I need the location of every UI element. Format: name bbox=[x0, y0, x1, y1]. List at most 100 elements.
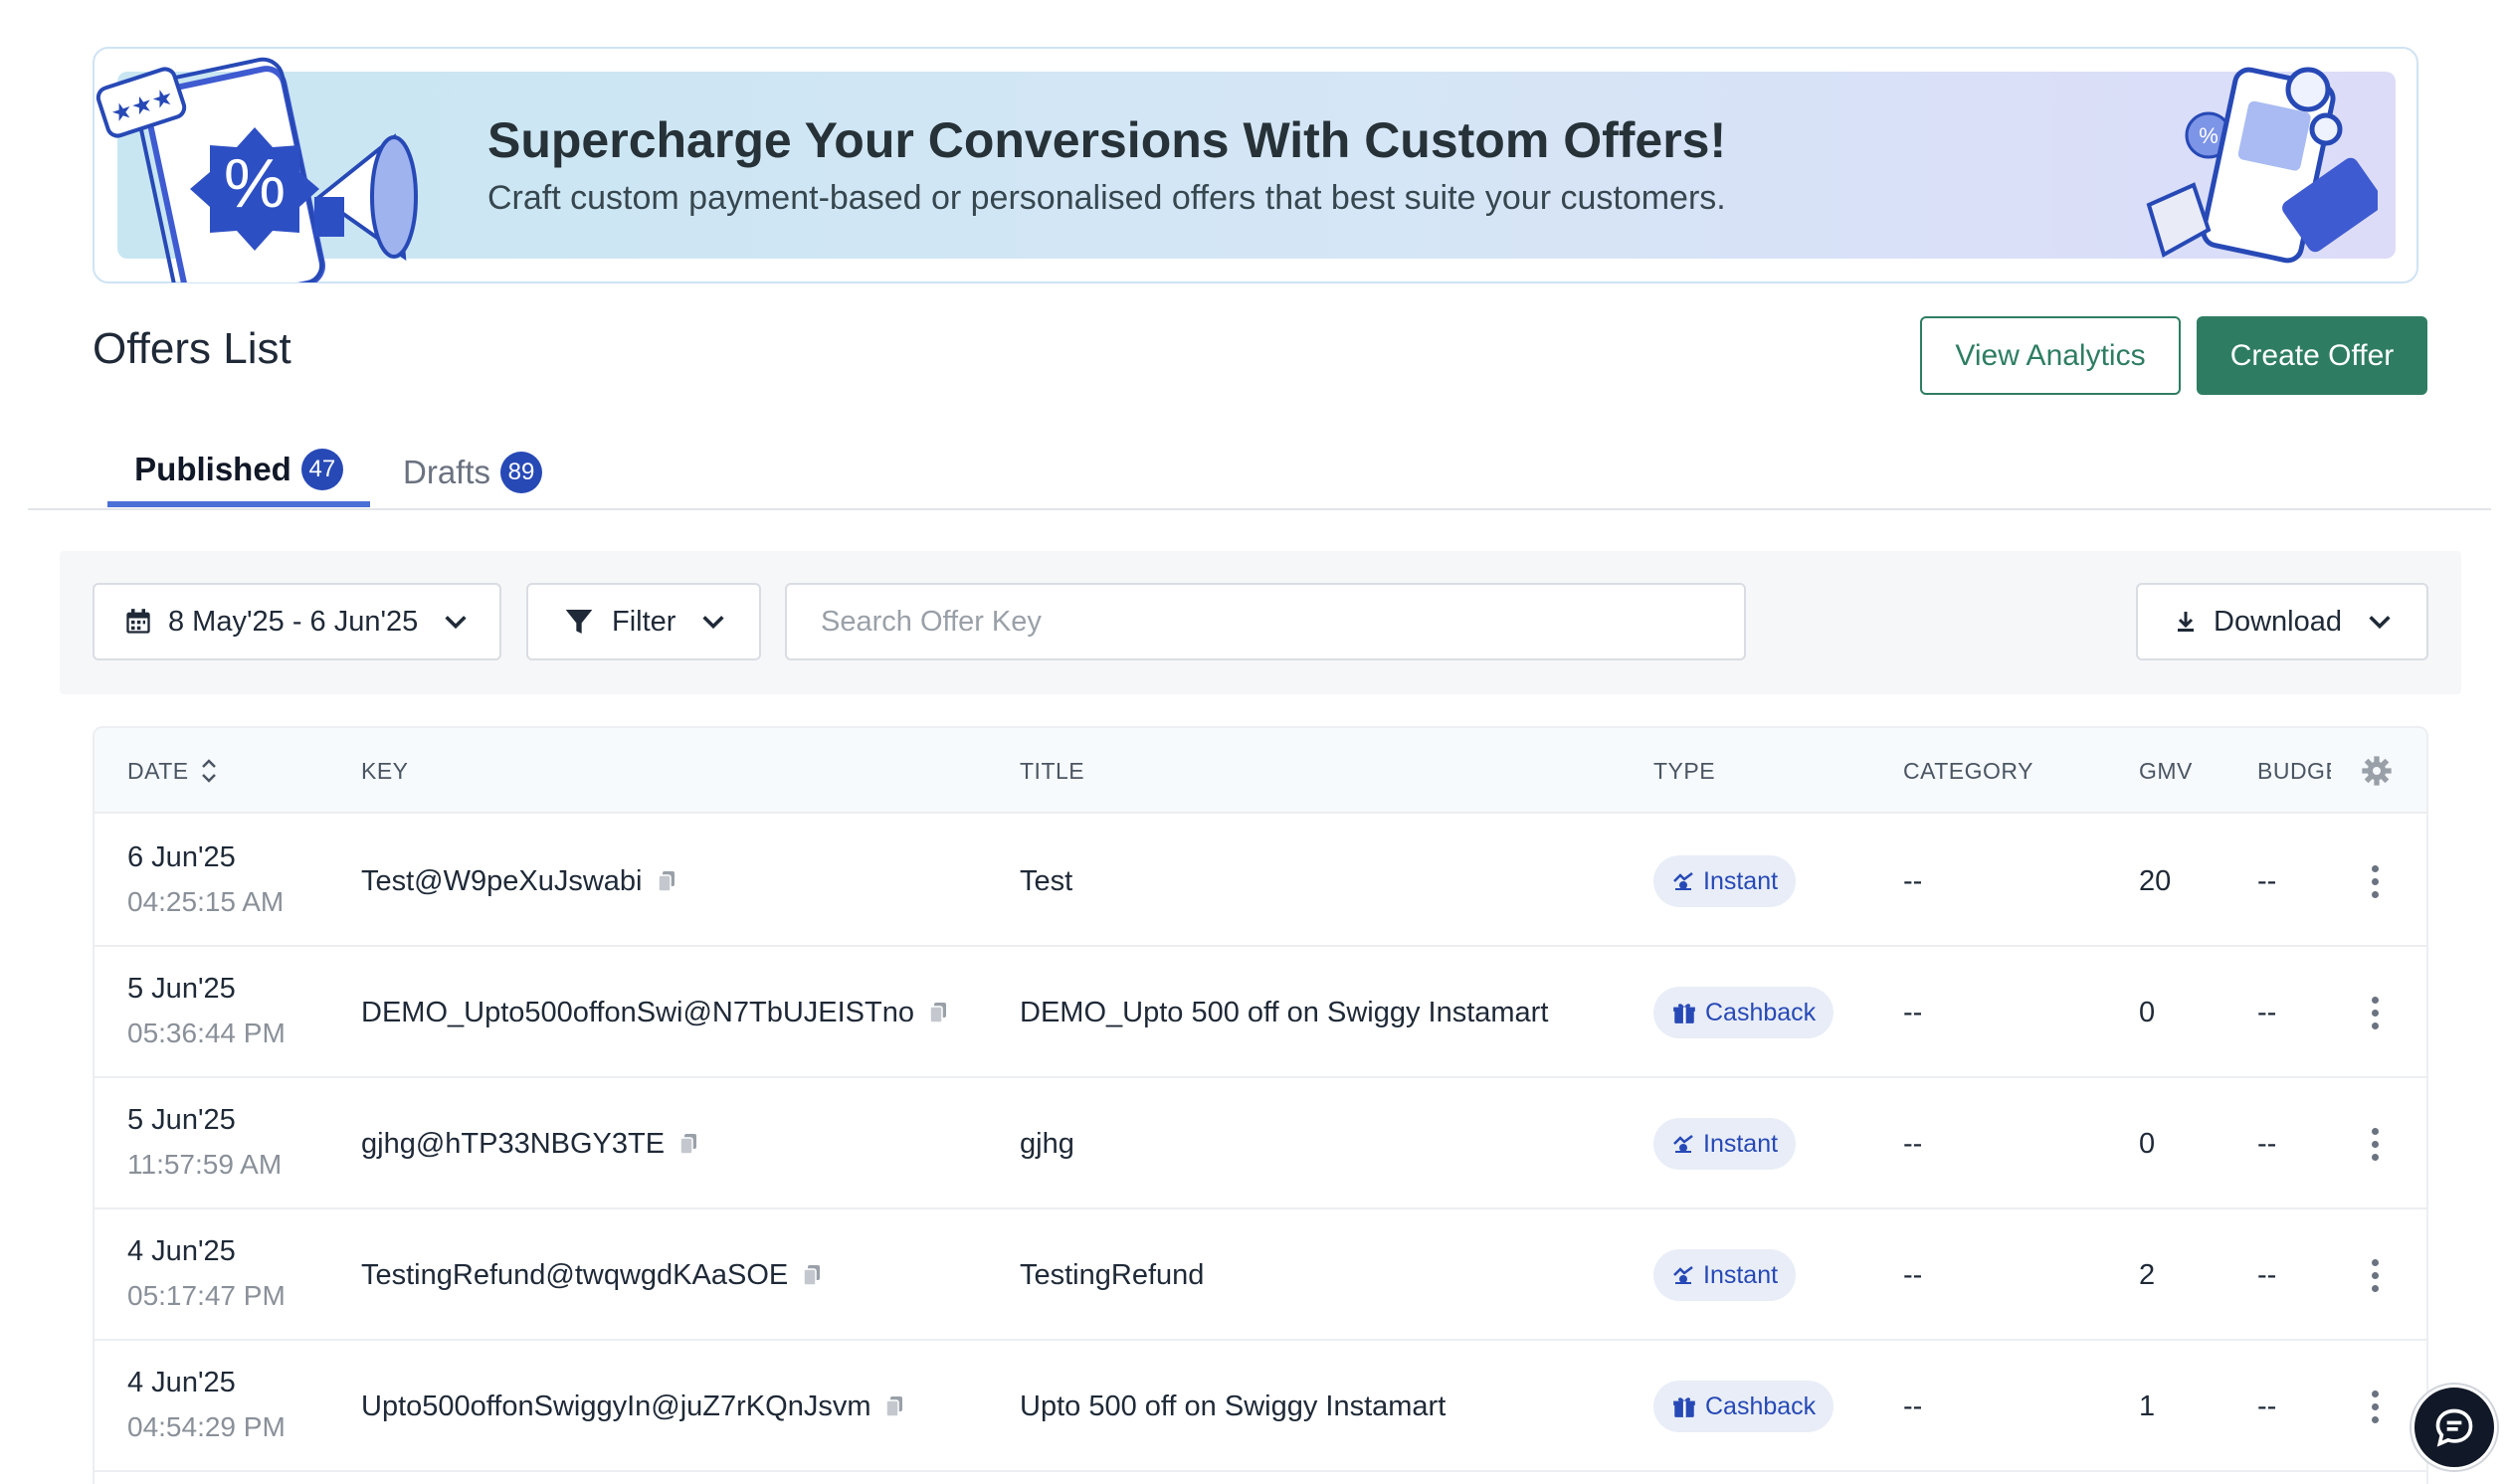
count-badge: 47 bbox=[300, 449, 343, 490]
table-header: DATE KEY TITLE TYPE CATEGORY GMV BUDGE bbox=[95, 728, 2426, 814]
row-budget: -- bbox=[2257, 996, 2277, 1028]
row-type-cell: Cashback bbox=[1653, 947, 1834, 1078]
row-key-cell: Test@W9peXuJswabi bbox=[361, 816, 676, 947]
row-key-cell: Upto500offonSwiggyIn@juZ7rKQnJsvm bbox=[361, 1341, 904, 1472]
search-input[interactable] bbox=[821, 605, 1696, 639]
search-offer-field[interactable] bbox=[785, 583, 1746, 660]
calendar-icon bbox=[126, 609, 150, 634]
column-settings-button[interactable] bbox=[2361, 728, 2393, 814]
type-badge[interactable]: Instant bbox=[1653, 1118, 1797, 1170]
row-key: TestingRefund@twqwgdKAaSOE bbox=[361, 1258, 789, 1291]
type-badge[interactable]: Instant bbox=[1653, 855, 1797, 907]
row-time: 04:54:29 PM bbox=[127, 1411, 286, 1442]
type-badge[interactable]: Cashback bbox=[1653, 987, 1834, 1038]
row-category: -- bbox=[1903, 1258, 1923, 1291]
discount-phone-illustration: % ★★★ bbox=[96, 57, 418, 282]
row-date: 6 Jun'25 bbox=[127, 841, 236, 873]
column-header-title: TITLE bbox=[1020, 757, 1085, 784]
kebab-icon bbox=[2371, 996, 2379, 1004]
download-dropdown[interactable]: Download bbox=[2136, 583, 2428, 660]
row-gmv: 20 bbox=[2139, 864, 2172, 897]
chat-icon bbox=[2435, 1408, 2473, 1447]
column-header-gmv: GMV bbox=[2139, 757, 2193, 784]
funnel-icon bbox=[565, 610, 593, 634]
copy-key-button[interactable] bbox=[657, 869, 676, 893]
type-badge[interactable]: Cashback bbox=[1653, 1381, 1834, 1432]
row-type-cell: Cashback bbox=[1653, 1341, 1834, 1472]
row-actions-menu[interactable] bbox=[2365, 857, 2385, 905]
type-badge[interactable]: Instant bbox=[1653, 1249, 1797, 1301]
table-row[interactable]: 5 Jun'25 11:57:59 AM gjhg@hTP33NBGY3TE gjhg… bbox=[95, 1078, 2426, 1209]
row-key: DEMO_Upto500offonSwi@N7TbUJEISTno bbox=[361, 996, 914, 1028]
download-label: Download bbox=[2214, 605, 2342, 638]
tab-published[interactable]: Published 47 bbox=[107, 438, 370, 507]
instant-icon bbox=[1673, 872, 1693, 890]
kebab-dot bbox=[2371, 890, 2379, 898]
filter-dropdown[interactable]: Filter bbox=[526, 583, 761, 660]
copy-icon bbox=[679, 1134, 697, 1155]
row-title: Upto 500 off on Swiggy Instamart bbox=[1020, 1390, 1447, 1422]
table-row[interactable]: 5 Jun'25 05:36:44 PM DEMO_Upto500offonSwi@… bbox=[95, 947, 2426, 1078]
row-gmv: 0 bbox=[2139, 1127, 2156, 1160]
row-date: 4 Jun'25 bbox=[127, 1367, 236, 1398]
kebab-dot bbox=[2371, 1271, 2379, 1279]
row-actions-menu[interactable] bbox=[2365, 1383, 2385, 1430]
type-label: Cashback bbox=[1705, 1391, 1817, 1420]
table-row[interactable]: 4 Jun'25 04:54:29 PM Upto500offonSwiggyIn@… bbox=[95, 1341, 2426, 1472]
row-key: Upto500offonSwiggyIn@juZ7rKQnJsvm bbox=[361, 1390, 871, 1422]
row-key-cell: TestingRefund@twqwgdKAaSOE bbox=[361, 1209, 822, 1341]
type-label: Instant bbox=[1703, 1129, 1779, 1158]
row-type-cell: Instant bbox=[1653, 1209, 1797, 1341]
row-title: DEMO_Upto 500 off on Swiggy Instamart bbox=[1020, 996, 1549, 1028]
filter-label: Filter bbox=[612, 605, 676, 638]
instant-icon bbox=[1673, 1266, 1693, 1284]
view-analytics-button[interactable]: View Analytics bbox=[1920, 316, 2181, 395]
gear-icon bbox=[2362, 756, 2392, 786]
kebab-icon bbox=[2371, 1258, 2379, 1266]
kebab-icon bbox=[2371, 864, 2379, 872]
column-header-budget: BUDGE bbox=[2257, 757, 2331, 784]
kebab-dot bbox=[2371, 1402, 2379, 1410]
copy-icon bbox=[885, 1396, 903, 1417]
copy-key-button[interactable] bbox=[678, 1132, 698, 1156]
row-type-cell: Instant bbox=[1653, 816, 1797, 947]
banner-title: Supercharge Your Conversions With Custom… bbox=[487, 112, 1727, 168]
column-header-key: KEY bbox=[361, 757, 409, 784]
kebab-dot bbox=[2371, 1140, 2379, 1148]
date-range-picker[interactable]: 8 May'25 - 6 Jun'25 bbox=[93, 583, 501, 660]
create-offer-button[interactable]: Create Offer bbox=[2197, 316, 2427, 395]
column-header-date[interactable]: DATE bbox=[127, 728, 219, 814]
row-category: -- bbox=[1903, 996, 1923, 1028]
page-title: Offers List bbox=[93, 324, 291, 373]
row-gmv: 2 bbox=[2139, 1258, 2156, 1291]
count-badge: 89 bbox=[500, 452, 543, 493]
row-time: 04:25:15 AM bbox=[127, 886, 285, 917]
row-budget: -- bbox=[2257, 1390, 2277, 1422]
tab-label: Drafts bbox=[403, 454, 491, 490]
chat-support-button[interactable] bbox=[2412, 1385, 2497, 1470]
copy-key-button[interactable] bbox=[928, 1001, 948, 1024]
date-range-value: 8 May'25 - 6 Jun'25 bbox=[168, 605, 419, 638]
sort-icon bbox=[201, 759, 216, 783]
row-actions-menu[interactable] bbox=[2365, 989, 2385, 1036]
copy-key-button[interactable] bbox=[884, 1394, 904, 1418]
copy-icon bbox=[803, 1265, 821, 1286]
row-key: Test@W9peXuJswabi bbox=[361, 864, 643, 897]
row-actions-menu[interactable] bbox=[2365, 1120, 2385, 1168]
table-row[interactable]: 4 Jun'25 05:17:47 PM TestingRefund@twqwgdK… bbox=[95, 1209, 2426, 1341]
kebab-icon bbox=[2371, 1127, 2379, 1135]
row-time: 11:57:59 AM bbox=[127, 1149, 283, 1180]
row-actions-menu[interactable] bbox=[2365, 1251, 2385, 1299]
type-label: Instant bbox=[1703, 1260, 1779, 1289]
copy-icon bbox=[929, 1003, 946, 1023]
row-category: -- bbox=[1903, 1127, 1923, 1160]
copy-icon bbox=[657, 871, 675, 892]
kebab-dot bbox=[2371, 877, 2379, 885]
copy-key-button[interactable] bbox=[802, 1263, 822, 1287]
type-label: Instant bbox=[1703, 866, 1779, 895]
row-key-cell: gjhg@hTP33NBGY3TE bbox=[361, 1078, 698, 1209]
tab-drafts[interactable]: Drafts 89 bbox=[403, 438, 543, 507]
table-row[interactable]: 6 Jun'25 04:25:15 AM Test@W9peXuJswabi Test… bbox=[95, 816, 2426, 947]
kebab-dot bbox=[2371, 1153, 2379, 1161]
row-key: gjhg@hTP33NBGY3TE bbox=[361, 1127, 666, 1160]
